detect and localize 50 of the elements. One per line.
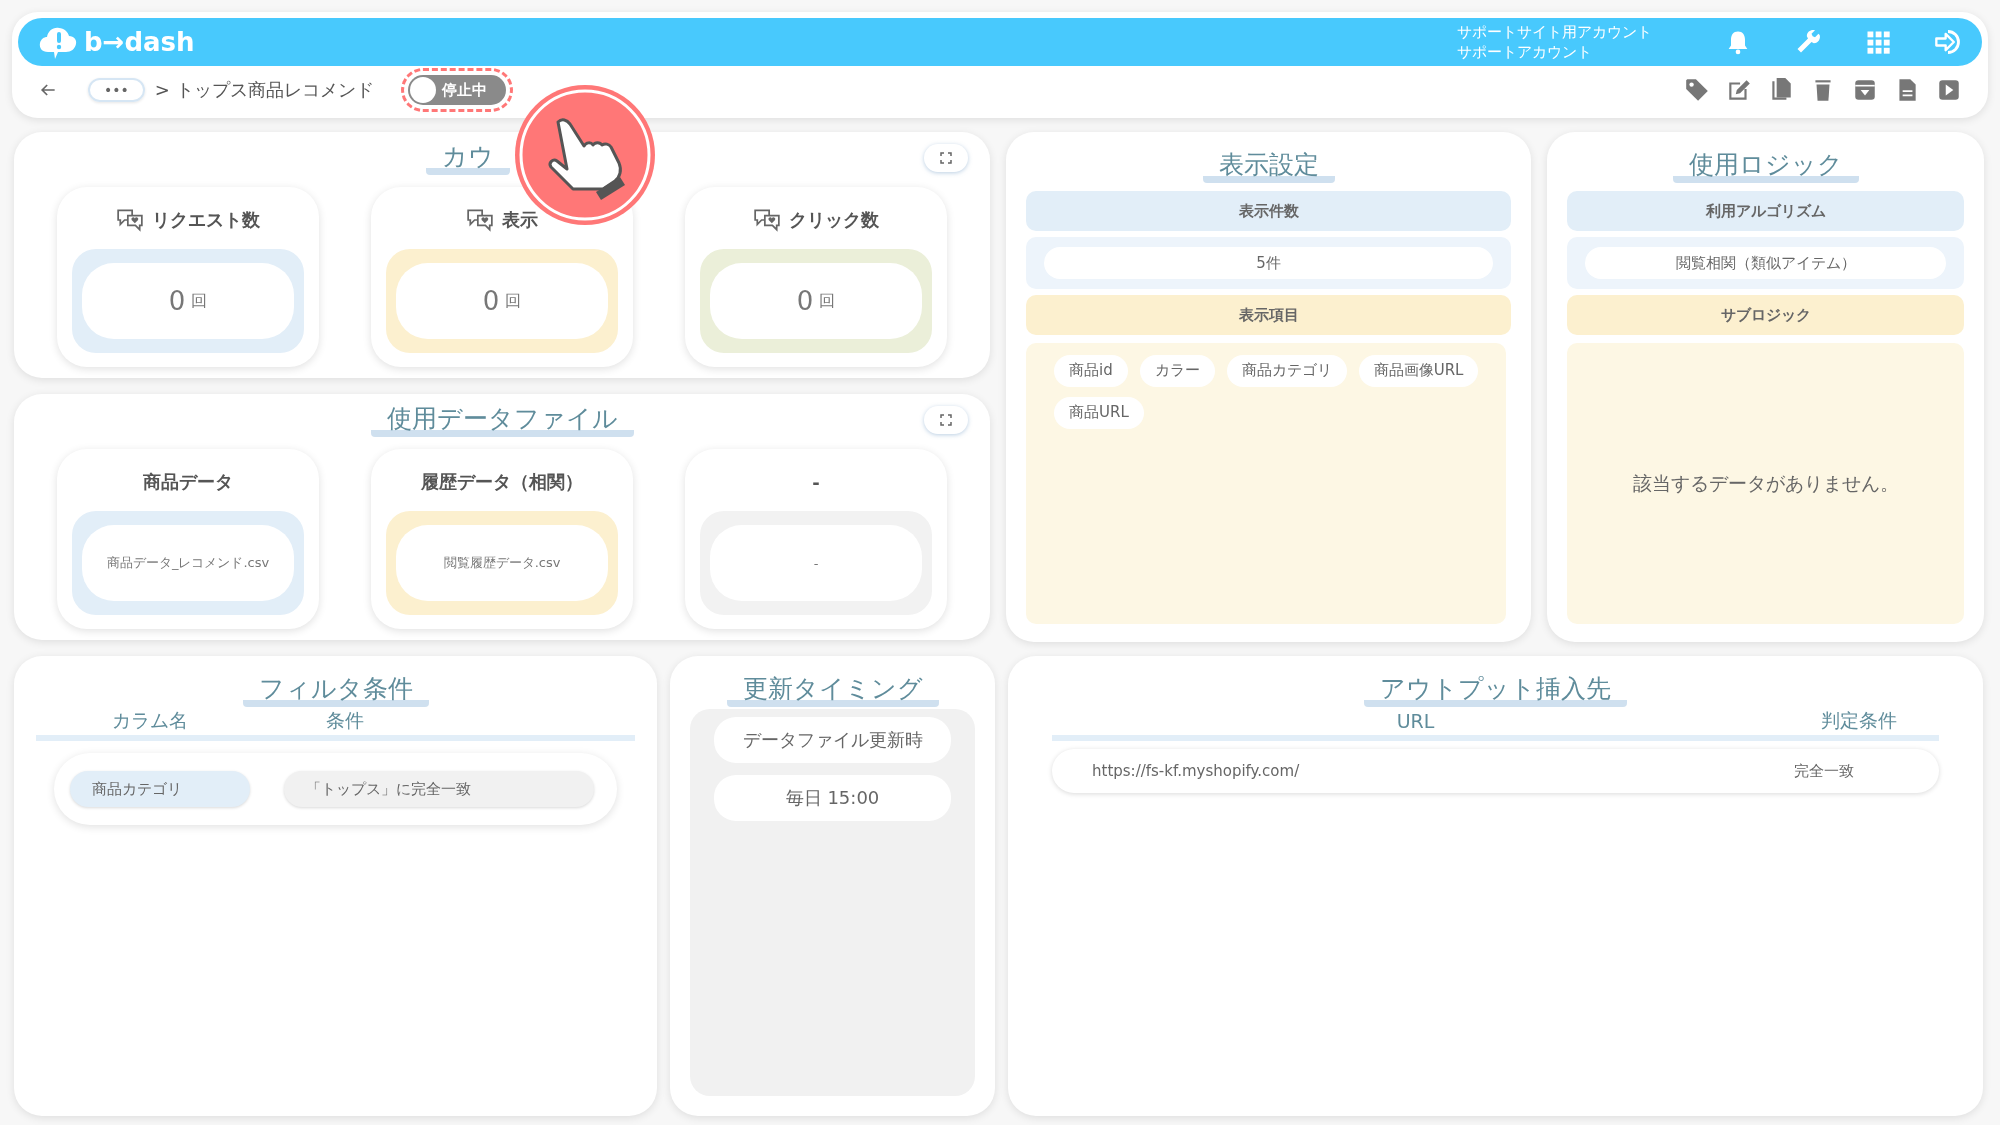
card-title: 商品データ bbox=[143, 470, 233, 494]
expand-icon bbox=[940, 152, 952, 164]
account-name: サポートサイト用アカウント サポートアカウント bbox=[1457, 22, 1652, 62]
card-title: リクエスト数 bbox=[152, 208, 260, 232]
file-name: - bbox=[813, 555, 819, 571]
timing-item: 毎日 15:00 bbox=[714, 775, 951, 821]
column-header: カラム名 bbox=[111, 708, 189, 733]
section-header: 利用アルゴリズム bbox=[1567, 191, 1964, 231]
item-chip: 商品id bbox=[1054, 355, 1128, 387]
expand-icon bbox=[940, 414, 952, 426]
file-name: 商品データ_レコメンド.csv bbox=[106, 554, 270, 572]
breadcrumb-more-button[interactable]: ••• bbox=[88, 78, 145, 102]
breadcrumb-text: > トップス商品レコメンド bbox=[154, 78, 374, 102]
play-icon[interactable] bbox=[1936, 77, 1962, 103]
display-count-value: 5件 bbox=[1044, 247, 1493, 279]
card-title: - bbox=[812, 471, 820, 493]
archive-icon[interactable] bbox=[1852, 77, 1878, 103]
expand-button[interactable] bbox=[924, 406, 968, 434]
item-chip: 商品URL bbox=[1054, 397, 1144, 429]
item-chip: カラー bbox=[1139, 355, 1215, 387]
column-chip: 商品カテゴリ bbox=[70, 771, 250, 807]
timing-item: データファイル更新時 bbox=[714, 717, 951, 763]
card-title: 履歴データ（相関） bbox=[421, 470, 583, 494]
edit-icon[interactable] bbox=[1726, 77, 1752, 103]
empty-message: 該当するデータがありません。 bbox=[1632, 470, 1899, 496]
expand-button[interactable] bbox=[924, 144, 968, 172]
chat-heart-icon bbox=[753, 208, 781, 232]
panel-title: 表示設定 bbox=[1202, 148, 1335, 183]
item-chip: 商品カテゴリ bbox=[1226, 355, 1347, 387]
tag-icon[interactable] bbox=[1684, 77, 1710, 103]
column-header: 判定条件 bbox=[1820, 708, 1898, 733]
url-text: https://fs-kf.myshopify.com/ bbox=[1092, 762, 1300, 780]
column-header: URL bbox=[1395, 710, 1436, 732]
count-value: 0 回 bbox=[82, 263, 294, 339]
card-title: 表示 bbox=[502, 208, 538, 232]
file-name: 閲覧履歴データ.csv bbox=[443, 554, 561, 572]
chat-heart-icon bbox=[466, 208, 494, 232]
chat-heart-icon bbox=[116, 208, 144, 232]
card-title: クリック数 bbox=[789, 208, 879, 232]
item-chip: 商品画像URL bbox=[1358, 355, 1479, 387]
match-condition: 完全一致 bbox=[1793, 761, 1855, 781]
count-value: 0 回 bbox=[396, 263, 608, 339]
column-header: 条件 bbox=[325, 708, 365, 733]
count-value: 0 回 bbox=[710, 263, 922, 339]
section-header: サブロジック bbox=[1567, 295, 1964, 335]
section-header: 表示件数 bbox=[1026, 191, 1511, 231]
algorithm-value: 閲覧相関（類似アイテム） bbox=[1585, 247, 1946, 279]
section-header: 表示項目 bbox=[1026, 295, 1511, 335]
logo-text: b→dash bbox=[84, 27, 195, 57]
condition-chip: 「トップス」に完全一致 bbox=[284, 771, 594, 807]
